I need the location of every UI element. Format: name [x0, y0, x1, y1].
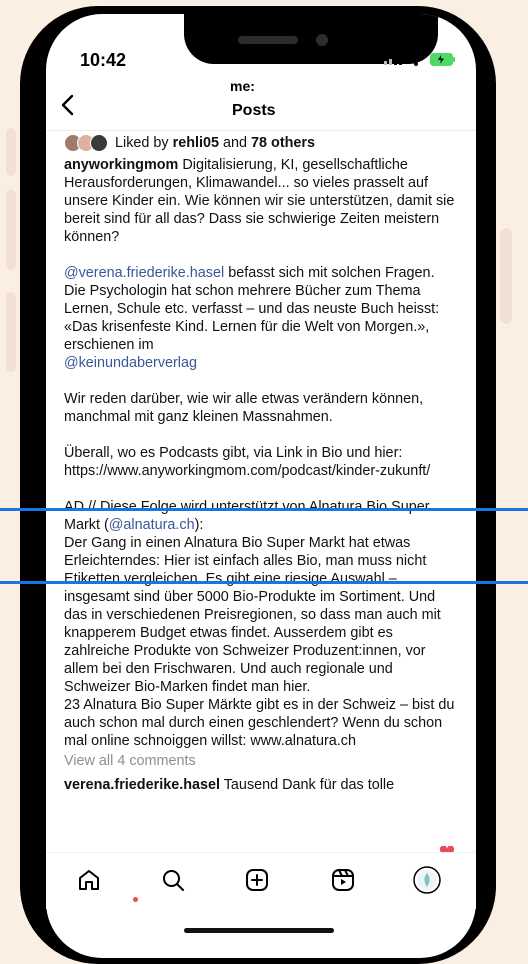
liked-user-link[interactable]: rehli05	[173, 135, 219, 151]
background-decoration	[6, 190, 16, 270]
home-indicator	[184, 928, 334, 933]
tab-home[interactable]	[74, 865, 104, 895]
caption-paragraph: 23 Alnatura Bio Super Märkte gibt es in …	[64, 697, 455, 749]
post-header: me: Posts	[46, 74, 476, 131]
author-username[interactable]: anyworkingmom	[64, 157, 178, 173]
background-decoration	[500, 228, 512, 324]
create-icon	[246, 869, 268, 891]
liked-others-link[interactable]: 78 others	[251, 135, 315, 151]
avatar	[90, 134, 108, 152]
search-icon	[163, 870, 184, 891]
liker-avatars	[64, 134, 108, 152]
home-icon	[79, 870, 99, 890]
caption-paragraph: Wir reden darüber, wie wir alle etwas ve…	[64, 391, 424, 425]
back-button[interactable]	[52, 90, 82, 120]
mention-link[interactable]: @keinundaberverlag	[64, 355, 197, 371]
caption-paragraph: anyworkingmom Digitalisierung, KI, gesel…	[64, 156, 456, 246]
camera	[316, 34, 328, 46]
status-time: 10:42	[80, 50, 127, 70]
post-caption-area: Liked by rehli05 and 78 others anyworkin…	[64, 130, 456, 794]
comment-text: Tausend Dank für das tolle	[220, 777, 395, 793]
comment-username[interactable]: verena.friederike.hasel	[64, 777, 220, 793]
highlight-band	[0, 508, 528, 584]
tab-reels[interactable]	[328, 865, 358, 895]
signal-icon	[384, 53, 402, 65]
comment: verena.friederike.hasel Tausend Dank für…	[64, 776, 456, 794]
background-decoration	[6, 292, 16, 372]
tab-profile[interactable]	[412, 865, 442, 895]
reels-icon	[332, 869, 354, 891]
liked-by-row[interactable]: Liked by rehli05 and 78 others	[64, 130, 456, 156]
liked-mid: and	[219, 135, 252, 151]
mention-link[interactable]: @verena.friederike.hasel	[64, 265, 224, 281]
bottom-tab-bar	[46, 852, 476, 909]
wifi-icon	[407, 53, 425, 66]
speaker	[238, 36, 298, 44]
header-username: me:	[230, 78, 255, 94]
view-all-comments-link[interactable]: View all 4 comments	[64, 752, 456, 770]
active-dot	[133, 897, 138, 902]
battery-icon	[430, 52, 455, 66]
tab-search[interactable]	[158, 865, 188, 895]
caption-paragraph: Überall, wo es Podcasts gibt, via Link i…	[64, 445, 431, 479]
profile-icon	[413, 866, 441, 894]
header-title: Posts	[232, 102, 276, 119]
status-icons	[384, 52, 456, 66]
tab-create[interactable]	[242, 865, 272, 895]
background-decoration	[6, 128, 16, 176]
caption-paragraph: @verena.friederike.hasel befasst sich mi…	[64, 264, 456, 372]
liked-prefix: Liked by	[115, 135, 173, 151]
chevron-left-icon	[61, 94, 74, 116]
